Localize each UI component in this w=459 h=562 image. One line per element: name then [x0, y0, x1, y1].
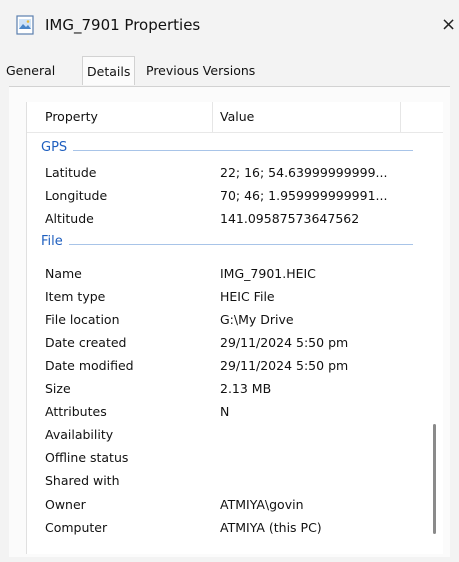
property-value: N [220, 404, 230, 419]
property-name: Size [45, 381, 71, 396]
property-name: Date created [45, 335, 127, 350]
table-row[interactable]: Computer ATMIYA (this PC) [27, 517, 443, 539]
group-divider [41, 150, 413, 151]
table-row[interactable]: Attributes N [27, 401, 443, 423]
property-name: Name [45, 266, 82, 281]
properties-window: IMG_7901 Properties × General Details Pr… [0, 0, 459, 562]
window-title: IMG_7901 Properties [45, 16, 201, 34]
tab-strip: General Details Previous Versions [0, 56, 459, 86]
vertical-scrollbar[interactable] [433, 424, 436, 534]
tab-general[interactable]: General [2, 58, 59, 84]
table-row[interactable]: Date created 29/11/2024 5:50 pm [27, 332, 443, 354]
property-name: Attributes [45, 404, 107, 419]
property-value: 70; 46; 1.959999999991... [220, 188, 388, 203]
table-row[interactable]: Owner ATMIYA\govin [27, 494, 443, 516]
table-row[interactable]: File location G:\My Drive [27, 309, 443, 331]
property-name: Shared with [45, 473, 120, 488]
tab-details[interactable]: Details [82, 56, 136, 85]
table-row[interactable]: Latitude 22; 16; 54.63999999999... [27, 162, 443, 184]
group-header-file: File [27, 232, 443, 252]
group-divider [41, 244, 413, 245]
table-row[interactable]: Item type HEIC File [27, 286, 443, 308]
property-value: HEIC File [220, 289, 275, 304]
property-name: Availability [45, 427, 114, 442]
property-name: Date modified [45, 358, 134, 373]
column-header-row: Property Value [27, 102, 443, 133]
property-name: Owner [45, 497, 86, 512]
details-list[interactable]: Property Value GPS Latitude 22; 16; 54.6… [26, 102, 443, 554]
file-image-icon [14, 14, 36, 36]
table-row[interactable]: Name IMG_7901.HEIC [27, 263, 443, 285]
property-name: Item type [45, 289, 106, 304]
table-row[interactable]: Offline status [27, 447, 443, 469]
title-bar: IMG_7901 Properties × [0, 0, 459, 52]
property-value: G:\My Drive [220, 312, 294, 327]
property-value: 29/11/2024 5:50 pm [220, 335, 349, 350]
property-value: 2.13 MB [220, 381, 272, 396]
column-header-value[interactable]: Value [220, 109, 254, 124]
property-value: 141.09587573647562 [220, 211, 360, 226]
close-button[interactable]: × [441, 10, 459, 40]
column-separator[interactable] [212, 102, 213, 132]
table-row[interactable]: Shared with [27, 470, 443, 492]
property-name: Latitude [45, 165, 97, 180]
property-name: Longitude [45, 188, 108, 203]
group-label: GPS [41, 140, 74, 155]
property-value: 29/11/2024 5:50 pm [220, 358, 349, 373]
table-row[interactable]: Size 2.13 MB [27, 378, 443, 400]
group-label: File [41, 234, 69, 249]
property-name: Altitude [45, 211, 94, 226]
table-row[interactable]: Altitude 141.09587573647562 [27, 208, 443, 230]
property-value: IMG_7901.HEIC [220, 266, 316, 281]
property-value: ATMIYA\govin [220, 497, 304, 512]
table-row[interactable]: Date modified 29/11/2024 5:50 pm [27, 355, 443, 377]
property-name: File location [45, 312, 120, 327]
group-header-gps: GPS [27, 138, 443, 158]
column-header-property[interactable]: Property [45, 109, 98, 124]
table-row[interactable]: Longitude 70; 46; 1.959999999991... [27, 185, 443, 207]
tab-previous-versions[interactable]: Previous Versions [142, 58, 259, 84]
property-name: Offline status [45, 450, 129, 465]
property-value: ATMIYA (this PC) [220, 520, 322, 535]
property-value: 22; 16; 54.63999999999... [220, 165, 388, 180]
property-name: Computer [45, 520, 108, 535]
table-row[interactable]: Availability [27, 424, 443, 446]
column-separator[interactable] [400, 102, 401, 132]
